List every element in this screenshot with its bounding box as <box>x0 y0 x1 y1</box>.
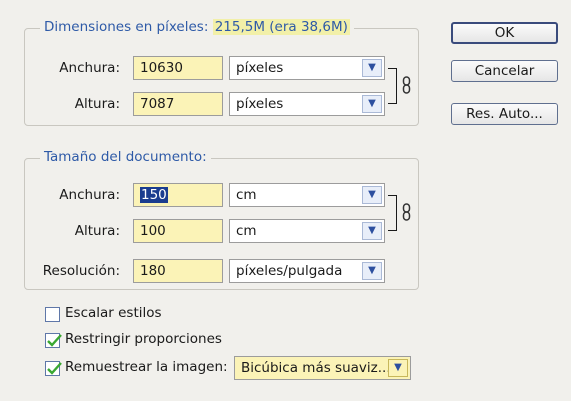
chevron-down-icon[interactable]: ▼ <box>362 222 382 240</box>
resolution-unit-value: píxeles/pulgada <box>236 263 343 279</box>
pixel-height-unit-select[interactable]: píxeles ▼ <box>229 92 385 116</box>
chain-link-icon <box>402 76 411 94</box>
resolution-input[interactable]: 180 <box>133 259 223 283</box>
link-bracket <box>388 195 397 231</box>
pixel-width-input[interactable]: 10630 <box>133 56 223 80</box>
resample-checkbox[interactable] <box>45 361 62 376</box>
chevron-down-icon[interactable]: ▼ <box>362 59 382 77</box>
resample-method-select[interactable]: Bicúbica más suaviz... ▼ <box>234 356 411 380</box>
pixel-height-label: Altura: <box>74 96 120 112</box>
document-size-legend: Tamaño del documento: <box>40 149 211 165</box>
chevron-down-icon[interactable]: ▼ <box>362 186 382 204</box>
doc-width-label: Anchura: <box>59 187 120 203</box>
pixel-dimensions-total: 215,5M (era 38,6M) <box>212 19 350 35</box>
pixel-width-unit-value: píxeles <box>236 60 284 76</box>
pixel-height-input[interactable]: 7087 <box>133 92 223 116</box>
chain-link-icon <box>402 203 411 221</box>
resample-label: Remuestrear la imagen: <box>65 359 228 375</box>
doc-width-value: 150 <box>140 187 168 203</box>
image-size-dialog: Dimensiones en píxeles: 215,5M (era 38,6… <box>0 0 571 401</box>
scale-styles-label: Escalar estilos <box>65 305 162 321</box>
auto-resolution-button[interactable]: Res. Auto... <box>451 103 558 125</box>
checkmark-icon <box>47 334 62 347</box>
doc-width-unit-value: cm <box>236 187 257 203</box>
constrain-proportions-label: Restringir proporciones <box>65 331 222 347</box>
chevron-down-icon[interactable]: ▼ <box>388 359 408 377</box>
resample-method-value: Bicúbica más suaviz... <box>241 360 391 376</box>
chevron-down-icon[interactable]: ▼ <box>362 262 382 280</box>
doc-height-unit-value: cm <box>236 223 257 239</box>
pixel-dimensions-legend: Dimensiones en píxeles: 215,5M (era 38,6… <box>40 19 354 35</box>
doc-width-unit-select[interactable]: cm ▼ <box>229 183 385 207</box>
pixel-height-unit-value: píxeles <box>236 96 284 112</box>
constrain-proportions-checkbox[interactable] <box>45 333 62 348</box>
doc-height-label: Altura: <box>74 223 120 239</box>
doc-height-input[interactable]: 100 <box>133 219 223 243</box>
ok-button[interactable]: OK <box>451 22 558 44</box>
chevron-down-icon[interactable]: ▼ <box>362 95 382 113</box>
pixel-width-label: Anchura: <box>59 60 120 76</box>
pixel-dimensions-legend-label: Dimensiones en píxeles: <box>44 19 209 35</box>
resolution-label: Resolución: <box>42 263 120 279</box>
resolution-unit-select[interactable]: píxeles/pulgada ▼ <box>229 259 385 283</box>
link-bracket <box>388 68 397 104</box>
scale-styles-checkbox[interactable] <box>45 307 60 322</box>
pixel-width-unit-select[interactable]: píxeles ▼ <box>229 56 385 80</box>
doc-width-input[interactable]: 150 <box>133 183 223 207</box>
doc-height-unit-select[interactable]: cm ▼ <box>229 219 385 243</box>
checkmark-icon <box>47 362 62 375</box>
cancel-button[interactable]: Cancelar <box>451 60 558 82</box>
